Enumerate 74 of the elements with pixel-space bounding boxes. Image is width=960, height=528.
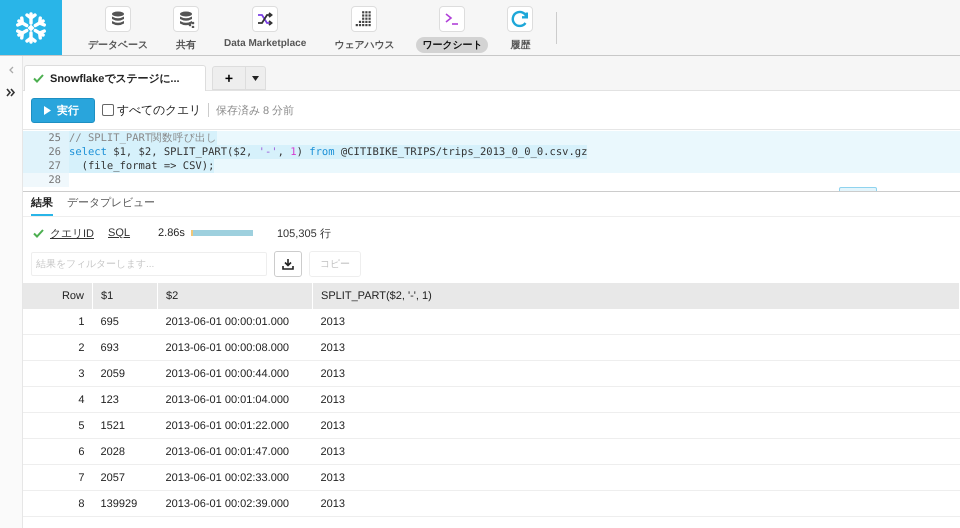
- download-icon: [282, 258, 294, 270]
- table-cell: 2013: [312, 386, 960, 412]
- table-cell: 1521: [92, 412, 158, 438]
- caret-icon: [252, 76, 259, 80]
- row-number: 7: [23, 464, 92, 490]
- row-number: 4: [23, 386, 92, 412]
- history-icon[interactable]: [507, 6, 534, 32]
- result-tab[interactable]: データプレビュー: [67, 195, 155, 216]
- column-header[interactable]: SPLIT_PART($2, '-', 1): [312, 283, 960, 309]
- table-cell: 2013: [312, 334, 960, 360]
- table-cell: 2013-06-01 00:01:47.000: [158, 438, 312, 464]
- table-cell: 2013: [312, 360, 960, 386]
- check-icon: [33, 228, 44, 238]
- check-icon: [33, 74, 44, 83]
- table-cell: 2013-06-01 00:02:33.000: [158, 464, 312, 490]
- result-tab[interactable]: 結果: [31, 195, 53, 216]
- database-icon[interactable]: [105, 6, 131, 32]
- row-number: 6: [23, 438, 92, 464]
- duration: 2.86s: [158, 227, 185, 239]
- table-cell: 2013-06-01 00:00:44.000: [158, 360, 312, 386]
- checkbox[interactable]: [102, 104, 114, 116]
- terminal-icon[interactable]: [439, 6, 466, 32]
- table-cell: 2028: [92, 438, 158, 464]
- row-number: 5: [23, 412, 92, 438]
- column-header[interactable]: Row: [23, 283, 92, 309]
- snowflake-icon: [14, 10, 48, 44]
- table-cell: 2057: [92, 464, 158, 490]
- table-cell: 2013: [312, 412, 960, 438]
- nav-tab[interactable]: Data Marketplace: [218, 37, 312, 50]
- filter-field[interactable]: 結果をフィルターします...: [31, 252, 267, 276]
- share-icon[interactable]: [173, 6, 199, 32]
- table-cell: 123: [92, 386, 158, 412]
- nav-tab[interactable]: 履歴: [504, 37, 536, 53]
- saved-status: 保存済み 8 分前: [216, 104, 294, 118]
- row-count: 105,305 行: [276, 226, 331, 240]
- grid-icon[interactable]: [351, 6, 378, 32]
- worksheet-tab[interactable]: Snowflakeでステージに...: [24, 65, 206, 91]
- table-cell: 2013-06-01 00:00:08.000: [158, 334, 312, 360]
- line-number: 28: [23, 173, 69, 187]
- expand-icon[interactable]: [6, 88, 16, 97]
- line-number: 25: [23, 131, 69, 145]
- table-cell: 2013-06-01 00:01:04.000: [158, 386, 312, 412]
- checkbox-label[interactable]: すべてのクエリ: [117, 102, 201, 118]
- table-cell: 2013: [312, 464, 960, 490]
- column-header[interactable]: $2: [158, 283, 312, 309]
- row-number: 3: [23, 360, 92, 386]
- table-cell: 139929: [92, 490, 158, 516]
- row-number: 2: [23, 334, 92, 360]
- query-id-link[interactable]: クエリID: [50, 226, 94, 240]
- table-cell: 693: [92, 334, 158, 360]
- shuffle-icon[interactable]: [252, 6, 278, 32]
- column-header[interactable]: $1: [92, 283, 158, 309]
- nav-tab[interactable]: ワークシート: [416, 37, 488, 53]
- table-cell: 2013: [312, 490, 960, 516]
- table-cell: 2013-06-01 00:00:01.000: [158, 309, 312, 334]
- line-number: 26: [23, 145, 69, 159]
- row-number: 8: [23, 490, 92, 516]
- nav-tab[interactable]: 共有: [170, 37, 202, 53]
- tab-menu-button[interactable]: [246, 66, 266, 90]
- table-cell: 2059: [92, 360, 158, 386]
- add-tab-button[interactable]: +: [212, 66, 246, 90]
- nav-tab[interactable]: ウェアハウス: [328, 37, 400, 53]
- row-number: 1: [23, 309, 92, 334]
- line-number: 27: [23, 159, 69, 173]
- timing-bar: [190, 230, 253, 236]
- table-cell: 2013-06-01 00:02:39.000: [158, 490, 312, 516]
- table-cell: 2013: [312, 438, 960, 464]
- play-icon: [44, 106, 51, 114]
- table-cell: 2013-06-01 00:01:22.000: [158, 412, 312, 438]
- table-cell: 2013: [312, 309, 960, 334]
- sql-link[interactable]: SQL: [108, 227, 130, 239]
- nav-tab[interactable]: データベース: [82, 37, 154, 53]
- download-button[interactable]: [274, 251, 302, 277]
- table-cell: 695: [92, 309, 158, 334]
